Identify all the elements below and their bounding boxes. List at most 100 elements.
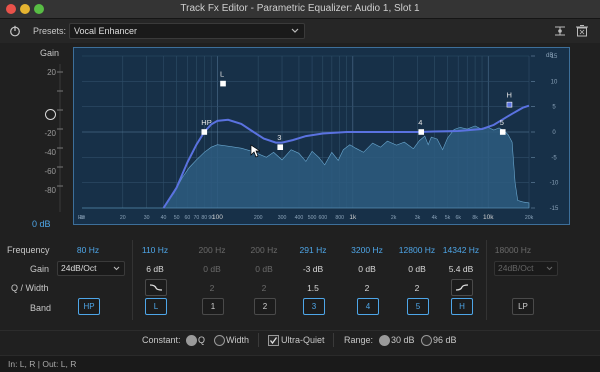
band-frequency-value[interactable]: 200 Hz: [187, 245, 237, 255]
band-row-label: Band: [30, 303, 52, 313]
constant-q-label: Q: [198, 335, 206, 345]
band-frequency-value[interactable]: 200 Hz: [239, 245, 289, 255]
gain-slider-track[interactable]: [57, 64, 63, 214]
band-q-value[interactable]: 2: [342, 283, 392, 293]
hp-slope-value: 24dB/Oct: [61, 263, 97, 273]
band-marker-h: [506, 101, 513, 108]
freq-tick-label: 50: [174, 215, 180, 221]
band-gain-value[interactable]: 0 dB: [187, 264, 237, 274]
db-tick-label: -10: [550, 181, 559, 187]
freq-tick-label: 100: [212, 214, 223, 221]
io-status: In: L, R | Out: L, R: [8, 359, 77, 369]
band-gain-value[interactable]: 5.4 dB: [436, 264, 486, 274]
gain-slider-knob[interactable]: [45, 109, 56, 120]
trash-icon[interactable]: [575, 24, 589, 38]
band-gain-value[interactable]: 0 dB: [239, 264, 289, 274]
divider: [258, 333, 259, 347]
band-button[interactable]: 1: [202, 298, 224, 315]
band-frequency-value[interactable]: 110 Hz: [130, 245, 180, 255]
db-tick-label: 5: [552, 105, 556, 111]
freq-tick-label: 6k: [455, 215, 461, 221]
band-marker-4: [418, 129, 425, 135]
ultra-quiet-checkbox[interactable]: [268, 335, 279, 346]
band-frequency-value[interactable]: 3200 Hz: [342, 245, 392, 255]
db-tick-label: -15: [550, 206, 559, 212]
band-gain-value[interactable]: 0 dB: [392, 264, 442, 274]
db-tick-label: 0: [552, 130, 556, 136]
band-marker-label: 3: [277, 133, 281, 142]
high-shelf-icon: [455, 284, 469, 291]
high-shelf-shape-button[interactable]: [451, 279, 473, 296]
status-bar: In: L, R | Out: L, R: [0, 355, 600, 372]
band-q-value[interactable]: 2: [187, 283, 237, 293]
routing-icon[interactable]: [553, 24, 567, 38]
freq-tick-label: 600: [318, 215, 327, 221]
window-title: Track Fx Editor - Parametric Equalizer: …: [180, 3, 420, 14]
band-frequency-value[interactable]: 291 Hz: [288, 245, 338, 255]
lp-frequency-value[interactable]: 18000 Hz: [488, 245, 538, 255]
freq-tick-label: 60: [184, 215, 190, 221]
lp-slope-dropdown[interactable]: 24dB/Oct: [494, 261, 558, 276]
q-width-row-label: Q / Width: [11, 283, 49, 293]
freq-tick-label: 30: [144, 215, 150, 221]
band-gain-value[interactable]: 0 dB: [342, 264, 392, 274]
eq-graph-canvas[interactable]: HPL34 5H 10 20 30 40 50 60 70 80 90100 200 300 400 50…: [74, 48, 569, 224]
constant-width-label: Width: [226, 335, 250, 345]
chevron-down-icon: [291, 28, 299, 33]
band-gain-value[interactable]: -3 dB: [288, 264, 338, 274]
band-q-value[interactable]: 1.5: [288, 283, 338, 293]
hp-slope-dropdown[interactable]: 24dB/Oct: [57, 261, 125, 276]
band-lp-button[interactable]: LP: [512, 298, 534, 315]
band-button[interactable]: 2: [254, 298, 276, 315]
checkmark-icon: [269, 337, 278, 345]
ultra-quiet-label: Ultra-Quiet: [281, 335, 325, 345]
freq-tick-label: 80: [201, 215, 207, 221]
band-button[interactable]: H: [451, 298, 473, 315]
freq-tick-label: 5k: [445, 215, 451, 221]
db-tick-label: 15: [551, 54, 558, 60]
band-marker-label: H: [506, 91, 511, 100]
lp-slope-value: 24dB/Oct: [498, 263, 534, 273]
band-q-value[interactable]: 2: [392, 283, 442, 293]
band-marker-label: L: [220, 70, 224, 79]
band-button[interactable]: 3: [303, 298, 325, 315]
gain-tick: -80: [44, 186, 56, 195]
freq-tick-label: 500: [308, 215, 317, 221]
gain-axis-title: Gain: [40, 48, 60, 58]
freq-tick-label: 20k: [525, 215, 534, 221]
constant-label: Constant:: [142, 335, 181, 345]
low-shelf-icon: [149, 284, 163, 291]
hp-frequency-value[interactable]: 80 Hz: [63, 245, 113, 255]
range-30db-radio[interactable]: [379, 335, 390, 346]
presets-label: Presets:: [33, 26, 67, 36]
title-bar: Track Fx Editor - Parametric Equalizer: …: [0, 0, 600, 19]
power-icon[interactable]: [9, 25, 21, 37]
eq-graph[interactable]: HP L 3 4 5 H 10 20 30 40 50 60 70 80 90 100 200 300 400 50…: [73, 47, 570, 225]
band-button[interactable]: 4: [357, 298, 379, 315]
gain-row-label: Gain: [30, 264, 50, 274]
band-button[interactable]: 5: [407, 298, 429, 315]
divider: [486, 240, 487, 320]
band-frequency-value[interactable]: 12800 Hz: [392, 245, 442, 255]
freq-tick-label: 10k: [483, 214, 494, 221]
gain-tick: -20: [44, 129, 56, 138]
freq-tick-label: 40: [161, 215, 167, 221]
freq-tick-label: 20: [120, 215, 126, 221]
band-gain-value[interactable]: 6 dB: [130, 264, 180, 274]
freq-tick-label: 4k: [432, 215, 438, 221]
presets-dropdown[interactable]: Vocal Enhancer: [69, 23, 305, 39]
constant-q-radio[interactable]: [186, 335, 197, 346]
band-q-value[interactable]: 2: [239, 283, 289, 293]
db-tick-label: -5: [551, 155, 557, 161]
range-96db-label: 96 dB: [433, 335, 457, 345]
band-button[interactable]: L: [145, 298, 167, 315]
band-frequency-value[interactable]: 14342 Hz: [436, 245, 486, 255]
low-shelf-shape-button[interactable]: [145, 279, 167, 296]
freq-tick-label: 2k: [391, 215, 397, 221]
range-96db-radio[interactable]: [421, 335, 432, 346]
band-hp-button[interactable]: HP: [78, 298, 100, 315]
freq-tick-label: 70: [194, 215, 200, 221]
constant-width-radio[interactable]: [214, 335, 225, 346]
band-marker-3: [277, 144, 284, 150]
range-30db-label: 30 dB: [391, 335, 415, 345]
